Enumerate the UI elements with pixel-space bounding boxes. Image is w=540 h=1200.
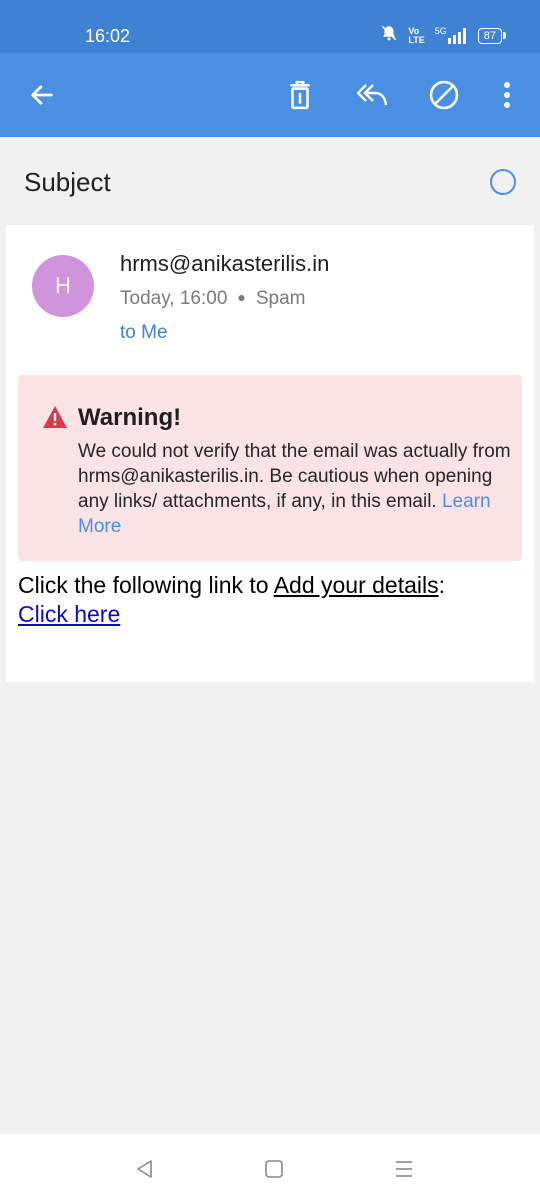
email-card: H hrms@anikasterilis.in Today, 16:00 ● Spa…: [6, 225, 534, 682]
more-vertical-icon: [504, 82, 510, 108]
network-type: 5G: [434, 25, 447, 36]
nav-back-button[interactable]: [130, 1154, 160, 1184]
warning-title: Warning!: [78, 404, 182, 431]
status-icons: Vo LTE 5G 87: [380, 24, 507, 47]
body-suffix: :: [438, 572, 446, 598]
email-folder: Spam: [255, 288, 306, 309]
status-time: 16:02: [85, 26, 131, 46]
subject-row: Subject: [0, 137, 540, 225]
separator-dot: ●: [237, 289, 246, 305]
triangle-back-icon: [137, 1160, 152, 1178]
sender-avatar[interactable]: H: [32, 255, 94, 317]
block-button[interactable]: [426, 77, 462, 113]
email-toolbar: [0, 53, 540, 137]
battery-indicator: 87: [477, 27, 507, 44]
click-here-link[interactable]: Click here: [18, 601, 120, 627]
email-meta: Today, 16:00 ● Spam: [120, 288, 306, 310]
select-checkbox[interactable]: [490, 169, 516, 195]
signal-icon: 5G: [434, 25, 468, 44]
spoof-warning-banner: Warning! We could not verify that the em…: [18, 375, 522, 561]
bell-muted-icon: [380, 24, 398, 47]
sender-address[interactable]: hrms@anikasterilis.in: [120, 251, 329, 277]
back-button[interactable]: [24, 77, 60, 113]
nav-home-button[interactable]: [259, 1154, 289, 1184]
reply-all-button[interactable]: [354, 77, 390, 113]
block-icon: [429, 80, 459, 110]
body-prefix: Click the following link to: [18, 572, 274, 598]
warning-message: We could not verify that the email was a…: [78, 439, 518, 539]
more-options-button[interactable]: [489, 77, 525, 113]
recipient-toggle[interactable]: to Me: [120, 322, 168, 344]
email-date: Today, 16:00: [120, 288, 228, 309]
delete-button[interactable]: [282, 77, 318, 113]
reply-all-icon: [356, 84, 388, 106]
volte-icon: Vo LTE: [408, 25, 425, 45]
warning-triangle-icon: [42, 405, 68, 434]
square-home-icon: [265, 1160, 283, 1178]
system-nav-bar: [0, 1134, 540, 1200]
menu-recents-icon: [396, 1161, 412, 1177]
email-body: Click the following link to Add your det…: [18, 571, 518, 629]
email-subject: Subject: [24, 167, 111, 197]
arrow-left-icon: [31, 85, 53, 105]
trash-icon: [290, 80, 310, 110]
nav-recents-button[interactable]: [389, 1154, 419, 1184]
add-details-text: Add your details: [273, 572, 439, 598]
status-bar: 16:02 Vo LTE 5G 87: [0, 0, 540, 53]
